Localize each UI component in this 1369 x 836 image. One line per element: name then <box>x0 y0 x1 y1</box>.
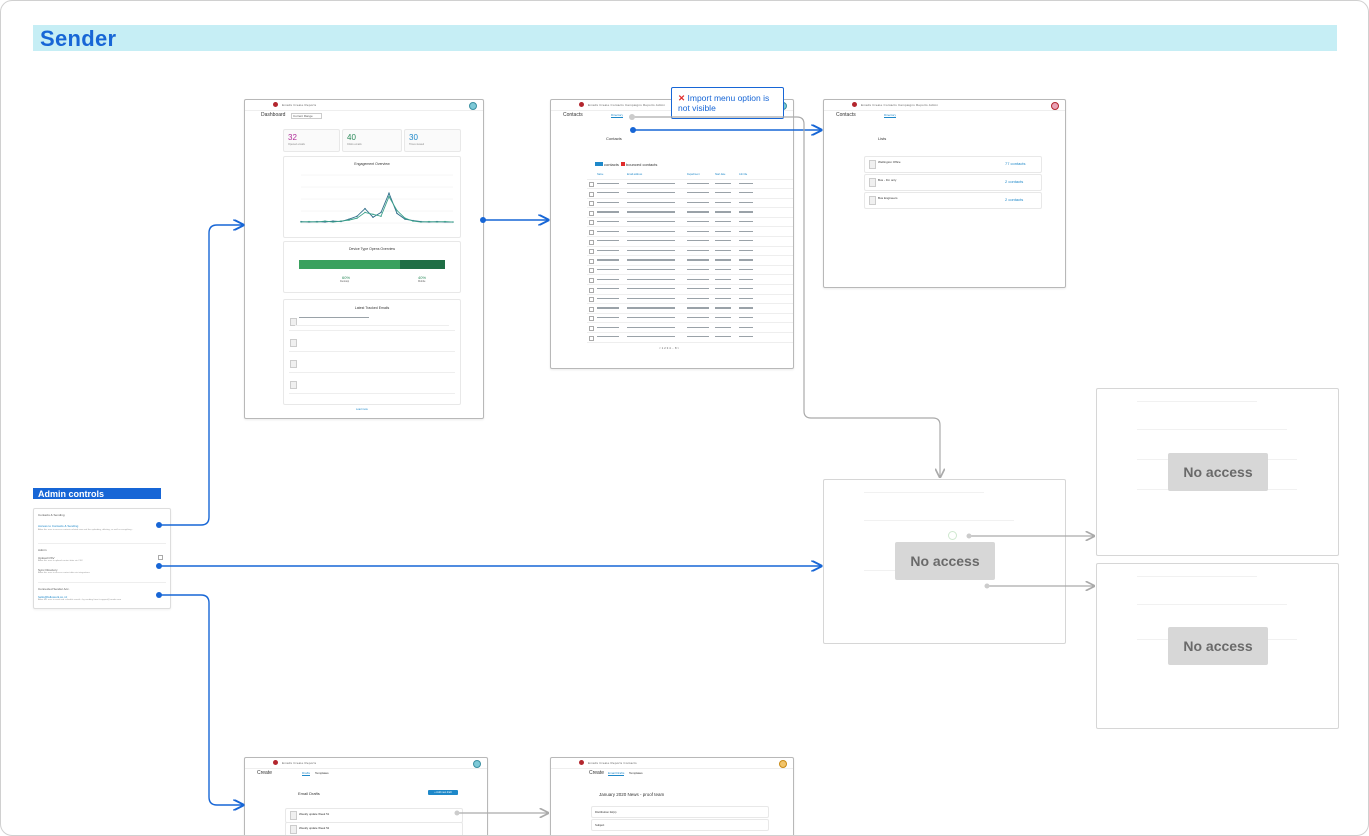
arrow-admin-to-create <box>159 594 243 805</box>
flow-connectors <box>156 114 1369 836</box>
arrow-import-to-noaccess <box>632 116 940 477</box>
arrow-start-dot <box>156 522 162 528</box>
arrow-start-dot <box>156 592 162 598</box>
arrow-start-dot <box>984 583 990 589</box>
arrow-start-dot <box>629 114 635 120</box>
canvas: Sender Emails Create Reports Dashboard C… <box>0 0 1369 836</box>
arrow-start-dot <box>630 127 636 133</box>
arrow-start-dot <box>454 810 460 816</box>
arrow-start-dot <box>156 563 162 569</box>
arrow-admin-to-dashboard <box>159 225 243 526</box>
arrow-start-dot <box>966 533 972 539</box>
arrow-start-dot <box>480 217 486 223</box>
